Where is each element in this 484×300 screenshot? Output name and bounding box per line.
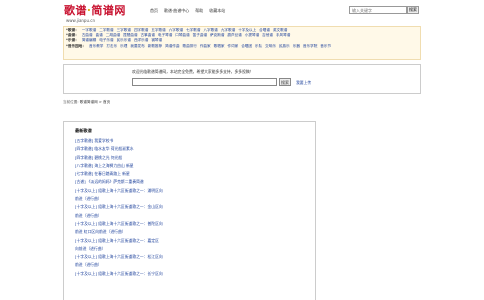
category-link[interactable]: 二胡曲谱 (106, 33, 120, 37)
logo-url: www.jianpu.cn (66, 18, 96, 23)
list-item[interactable]: [四字歌谱] 碧桃之光 何光般 (75, 154, 315, 162)
list-item[interactable]: 前进 虹口区向前进（进行曲） (75, 228, 315, 236)
category-link[interactable]: 葫芦丝谱 (227, 33, 241, 37)
latest-songs-list: [五字歌谱] 我爱学校书 [四字歌谱] 临水友华 荷光般淑素水 [四字歌谱] 碧… (75, 137, 315, 278)
nav-music-center[interactable]: 歌谱·曲谱中心 (164, 8, 189, 14)
category-link[interactable]: 音乐教学 (89, 44, 103, 48)
category-link[interactable]: 琵琶曲谱 (123, 33, 137, 37)
panel-title: 最新歌谱 (75, 128, 92, 133)
category-name: *音乐园地： (66, 43, 86, 48)
category-link[interactable]: 三字歌谱 (117, 28, 131, 32)
nav-bookmark[interactable]: 收藏本站 (209, 8, 225, 14)
category-name: *歌谱： (66, 28, 79, 32)
list-item[interactable]: 前进（进行曲） (75, 261, 315, 269)
category-link[interactable]: 五字歌谱 (151, 28, 165, 32)
category-link[interactable]: 英文歌谱 (273, 28, 287, 32)
category-name: *乐谱： (66, 38, 79, 43)
category-link[interactable]: 笛子曲谱 (193, 33, 207, 37)
category-link[interactable]: 合唱团 (241, 44, 252, 48)
category-link[interactable]: 小提琴谱 (245, 33, 259, 37)
category-link[interactable]: 八字歌谱 (203, 28, 217, 32)
category-link[interactable]: 钢琴谱 (151, 38, 162, 42)
category-link[interactable]: 古曲谱 (82, 33, 93, 37)
category-name: *曲谱： (66, 33, 79, 38)
notice-text: 欢迎光临歌谱简谱网，本站完全免费，希望大家能多多支持，多多投稿！ (132, 69, 254, 74)
category-link[interactable]: 乐理 (120, 44, 127, 48)
category-link[interactable]: 音乐学院 (303, 44, 317, 48)
category-link[interactable]: 乐器 (293, 44, 300, 48)
list-item[interactable]: 前进（进行曲） (75, 212, 315, 220)
category-link[interactable]: 作曲家 (200, 44, 211, 48)
notice-search-input[interactable] (132, 78, 277, 86)
category-link[interactable]: 民乐乐谱 (117, 38, 131, 42)
category-link[interactable]: 我要发布 (130, 44, 144, 48)
category-link[interactable]: 电子乐谱 (99, 38, 113, 42)
top-nav: 首页 歌谱·曲谱中心 帮助 收藏本站 (150, 8, 225, 14)
category-link[interactable]: 古筝曲谱 (141, 33, 155, 37)
category-link[interactable]: 曲谱 (96, 33, 103, 37)
category-link[interactable]: 二字歌谱 (99, 28, 113, 32)
notice-box: 欢迎光临歌谱简谱网，本站完全免费，希望大家能多多支持，多多投稿！ 搜索 我要上传 (63, 64, 421, 94)
category-link[interactable]: 一字歌谱 (82, 28, 96, 32)
category-link[interactable]: 九字歌谱 (221, 28, 235, 32)
category-bar: *歌谱： 一字歌谱 二字歌谱 三字歌谱 四字歌谱 五字歌谱 六字歌谱 七字歌谱 八字歌谱 九字歌… (63, 26, 421, 60)
breadcrumb-path[interactable]: 歌谱简谱网 > 首页 (80, 100, 110, 104)
list-item[interactable]: [十字及以上] 组歌上海十六区街道歌之一：松江区向 (75, 253, 315, 261)
list-item[interactable]: 向前进（进行曲） (75, 245, 315, 253)
category-link[interactable]: 打击乐 (106, 44, 117, 48)
list-item[interactable]: [四字歌谱] 临水友华 荷光般淑素水 (75, 145, 315, 153)
list-item[interactable]: [七字歌谱] 在春日踏青路上 新星 (75, 170, 315, 178)
list-item[interactable]: [十字及以上] 组歌上海十六区街道歌之一：普陀区向 (75, 220, 315, 228)
logo-text: 歌谱·简谱网 (64, 2, 126, 18)
site-header: 歌谱·简谱网 www.jianpu.cn 首页 歌谱·曲谱中心 帮助 收藏本站 … (0, 0, 484, 26)
logo-part-b: 简谱网 (91, 4, 126, 17)
category-link[interactable]: 吉他谱 (262, 33, 273, 37)
category-link[interactable]: 音乐节 (320, 44, 331, 48)
list-item[interactable]: 前进（进行曲） (75, 195, 315, 203)
category-link[interactable]: 简谱作曲 (165, 44, 179, 48)
header-search: 搜索 (349, 6, 419, 14)
category-link[interactable]: 萨克斯谱 (210, 33, 224, 37)
category-link[interactable]: 口琴曲谱 (175, 33, 189, 37)
category-link[interactable]: 作词家 (227, 44, 238, 48)
category-link[interactable]: 乐队 (255, 44, 262, 48)
category-link[interactable]: 六字歌谱 (169, 28, 183, 32)
logo-part-a: 歌谱 (64, 4, 87, 17)
category-link[interactable]: 民族乐 (279, 44, 290, 48)
category-link[interactable]: 七字歌谱 (186, 28, 200, 32)
latest-songs-panel: 最新歌谱 [五字歌谱] 我爱学校书 [四字歌谱] 临水友华 荷光般淑素水 [四字… (63, 121, 316, 300)
list-item[interactable]: [八字歌谱] 海上之海狮力由山 新星 (75, 162, 315, 170)
list-item[interactable]: [十字及以上] 组歌上海十六区街道歌之一：长宁区向 (75, 270, 315, 278)
category-link[interactable]: 电子琴谱 (158, 33, 172, 37)
list-item[interactable]: [五字歌谱] 我爱学校书 (75, 137, 315, 145)
category-link[interactable]: 交响乐 (265, 44, 276, 48)
list-item[interactable]: [十字及以上] 组歌上海十六区街道歌之一：浦明区向 (75, 187, 315, 195)
list-item[interactable]: [古谱] 《淡远的妈妈》萨克斯二重奏简谱 (75, 178, 315, 186)
category-link[interactable]: 手风琴谱 (276, 33, 290, 37)
list-item[interactable]: [十字及以上] 组歌上海十六区街道歌之一：嘉定区 (75, 237, 315, 245)
category-link[interactable]: 合唱谱 (259, 28, 270, 32)
category-link[interactable]: 十字及以上 (238, 28, 256, 32)
search-input[interactable] (349, 6, 407, 14)
category-row-music: *音乐园地： 音乐教学 打击乐 乐理 我要发布 新歌推荐 简谱作曲 歌曲排行 作曲家 歌唱家 作词… (66, 44, 418, 49)
category-link[interactable]: 歌唱家 (214, 44, 225, 48)
search-button[interactable]: 搜索 (407, 6, 419, 14)
category-link[interactable]: 西洋乐谱 (134, 38, 148, 42)
category-link[interactable]: 新歌推荐 (148, 44, 162, 48)
category-link[interactable]: 歌曲排行 (182, 44, 196, 48)
site-logo[interactable]: 歌谱·简谱网 www.jianpu.cn (64, 2, 126, 23)
breadcrumb-label: 当前位置: (63, 100, 79, 104)
breadcrumb: 当前位置: 歌谱简谱网 > 首页 (63, 100, 110, 105)
category-link[interactable]: 简谱编辑 (82, 38, 96, 42)
nav-home[interactable]: 首页 (150, 8, 158, 14)
list-item[interactable]: [十字及以上] 组歌上海十六区街道歌之一：金山区向 (75, 203, 315, 211)
nav-help[interactable]: 帮助 (195, 8, 203, 14)
upload-link[interactable]: 我要上传 (296, 80, 311, 86)
notice-search-button[interactable]: 搜索 (279, 78, 291, 86)
category-link[interactable]: 四字歌谱 (134, 28, 148, 32)
